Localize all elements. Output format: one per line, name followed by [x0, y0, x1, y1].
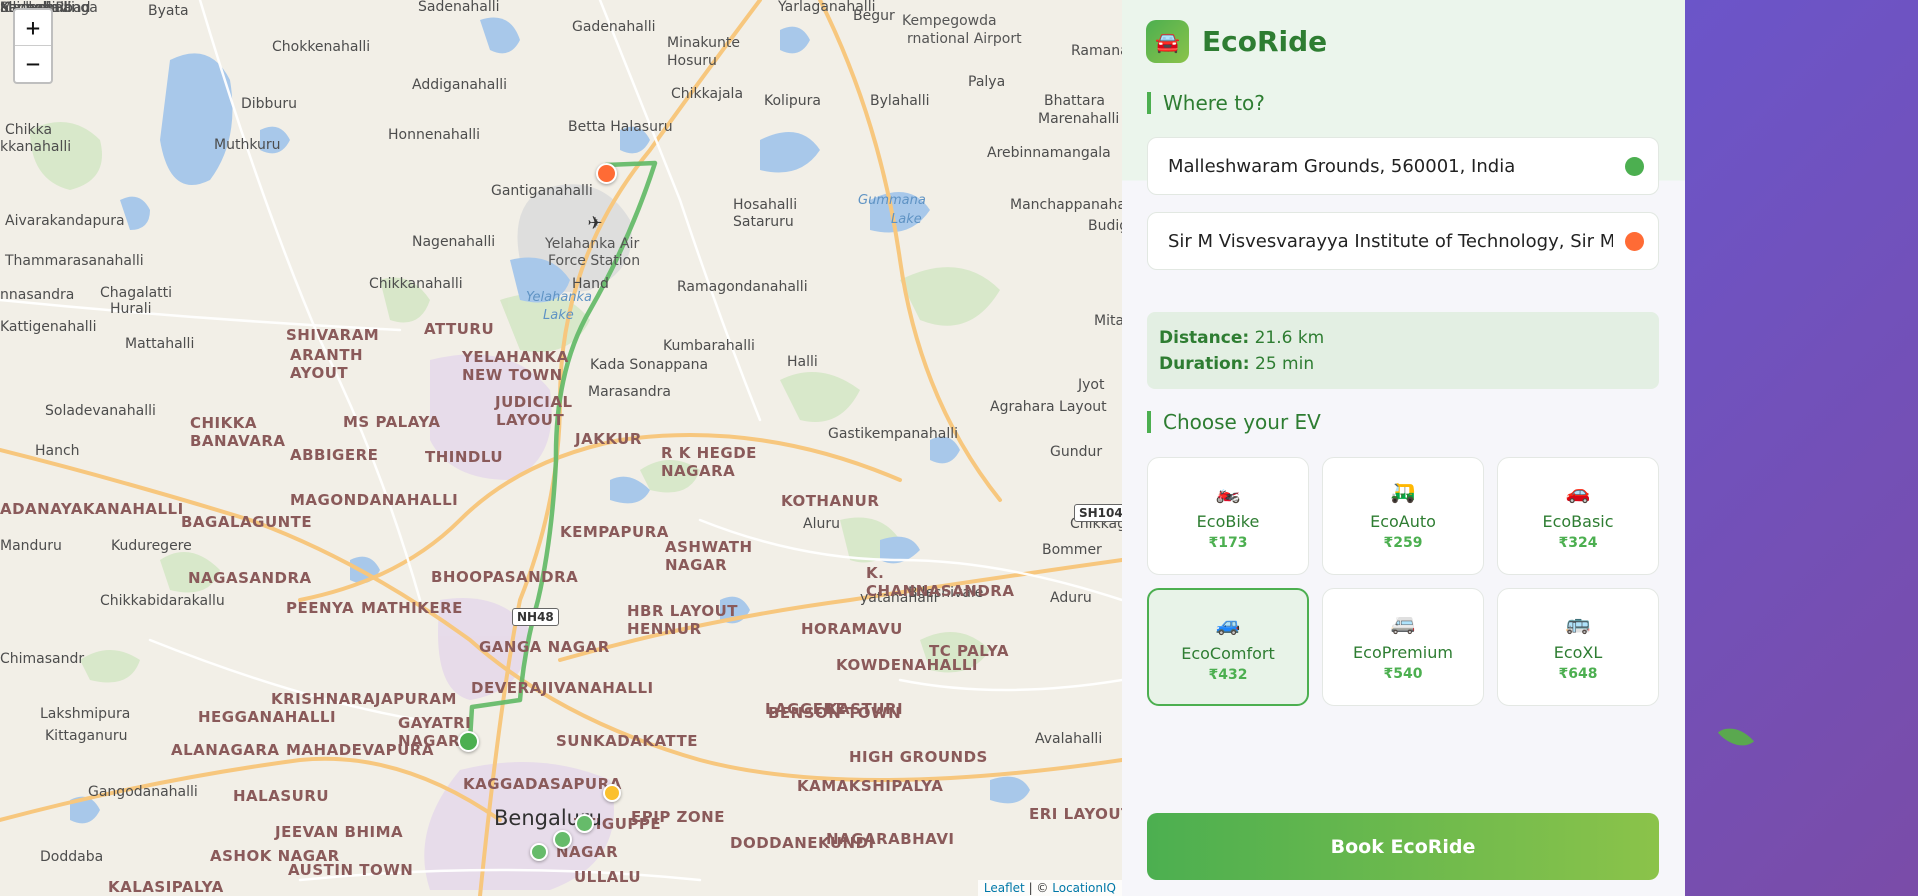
ev-name: EcoXL — [1553, 643, 1603, 662]
locationiq-link[interactable]: LocationIQ — [1052, 881, 1116, 895]
map-attribution: Leaflet | © LocationIQ — [977, 880, 1122, 896]
ev-option-ecobasic[interactable]: 🚗 EcoBasic ₹324 — [1497, 457, 1659, 575]
where-to-heading: Where to? — [1147, 92, 1265, 114]
route-badge-sh104: SH104 — [1074, 504, 1122, 522]
leaflet-link[interactable]: Leaflet — [984, 881, 1025, 895]
ev-option-ecoauto[interactable]: 🛺 EcoAuto ₹259 — [1322, 457, 1484, 575]
bus-icon: 🚌 — [1565, 611, 1591, 635]
ev-name: EcoAuto — [1370, 512, 1436, 531]
distance-label: Distance: — [1159, 328, 1250, 348]
ev-option-ecobike[interactable]: 🏍️ EcoBike ₹173 — [1147, 457, 1309, 575]
duration-row: Duration: 25 min — [1159, 351, 1647, 377]
pickup-marker[interactable] — [458, 731, 479, 752]
ev-name: EcoBasic — [1542, 512, 1614, 531]
car-icon: 🚗 — [1565, 480, 1591, 504]
vehicle-marker[interactable] — [530, 843, 548, 861]
attribution-separator: | © — [1024, 881, 1053, 895]
ev-price: ₹432 — [1208, 667, 1248, 683]
car-icon: 🚘 — [1146, 20, 1189, 63]
pickup-value: Malleshwaram Grounds, 560001, India — [1168, 155, 1516, 177]
background-gradient — [1685, 0, 1918, 896]
vehicle-marker[interactable] — [553, 830, 572, 849]
zoom-out-button[interactable]: − — [15, 46, 51, 82]
suv-icon: 🚙 — [1215, 612, 1241, 636]
motorbike-icon: 🏍️ — [1215, 480, 1241, 504]
ev-options: 🏍️ EcoBike ₹173 🛺 EcoAuto ₹259 🚗 EcoBasi… — [1147, 457, 1660, 706]
booking-panel: 🚘 EcoRide Where to? Malleshwaram Grounds… — [1122, 0, 1685, 896]
ev-option-ecopremium[interactable]: 🚐 EcoPremium ₹540 — [1322, 588, 1484, 706]
dropoff-input[interactable]: Sir M Visvesvarayya Institute of Technol… — [1147, 212, 1659, 270]
choose-ev-heading: Choose your EV — [1147, 411, 1321, 433]
app-title: EcoRide — [1202, 25, 1328, 58]
map-tiles: ✈ — [0, 0, 1122, 896]
pickup-input[interactable]: Malleshwaram Grounds, 560001, India — [1147, 137, 1659, 195]
minibus-icon: 🚐 — [1390, 611, 1416, 635]
trip-summary: Distance: 21.6 km Duration: 25 min — [1147, 312, 1659, 389]
ev-price: ₹324 — [1558, 535, 1598, 551]
distance-value: 21.6 km — [1254, 328, 1325, 348]
ev-option-ecocomfort[interactable]: 🚙 EcoComfort ₹432 — [1147, 588, 1309, 706]
duration-value: 25 min — [1255, 354, 1315, 374]
ev-name: EcoPremium — [1353, 643, 1453, 662]
duration-label: Duration: — [1159, 354, 1250, 374]
dropoff-value: Sir M Visvesvarayya Institute of Technol… — [1168, 230, 1613, 252]
ev-price: ₹173 — [1208, 535, 1248, 551]
pickup-dot-icon — [1625, 156, 1644, 176]
ev-price: ₹259 — [1383, 535, 1423, 551]
book-ride-button[interactable]: Book EcoRide — [1147, 813, 1659, 880]
vehicle-marker[interactable] — [603, 784, 621, 802]
ev-option-ecoxl[interactable]: 🚌 EcoXL ₹648 — [1497, 588, 1659, 706]
ev-price: ₹648 — [1558, 666, 1598, 682]
vehicle-marker[interactable] — [575, 814, 594, 833]
zoom-control: + − — [13, 8, 53, 84]
dropoff-marker[interactable] — [596, 163, 617, 184]
map-view[interactable]: ✈ + − Byata Sadenahalli Yarlaganahalli Chok… — [0, 0, 1122, 896]
brand-header: 🚘 EcoRide — [1146, 20, 1327, 63]
svg-text:✈: ✈ — [587, 213, 602, 234]
ev-name: EcoBike — [1196, 512, 1260, 531]
zoom-in-button[interactable]: + — [15, 10, 51, 46]
auto-rickshaw-icon: 🛺 — [1390, 480, 1416, 504]
distance-row: Distance: 21.6 km — [1159, 325, 1647, 351]
ev-name: EcoComfort — [1181, 644, 1275, 663]
dropoff-dot-icon — [1625, 231, 1644, 251]
route-badge-nh48: NH48 — [512, 608, 559, 626]
ev-price: ₹540 — [1383, 666, 1423, 682]
